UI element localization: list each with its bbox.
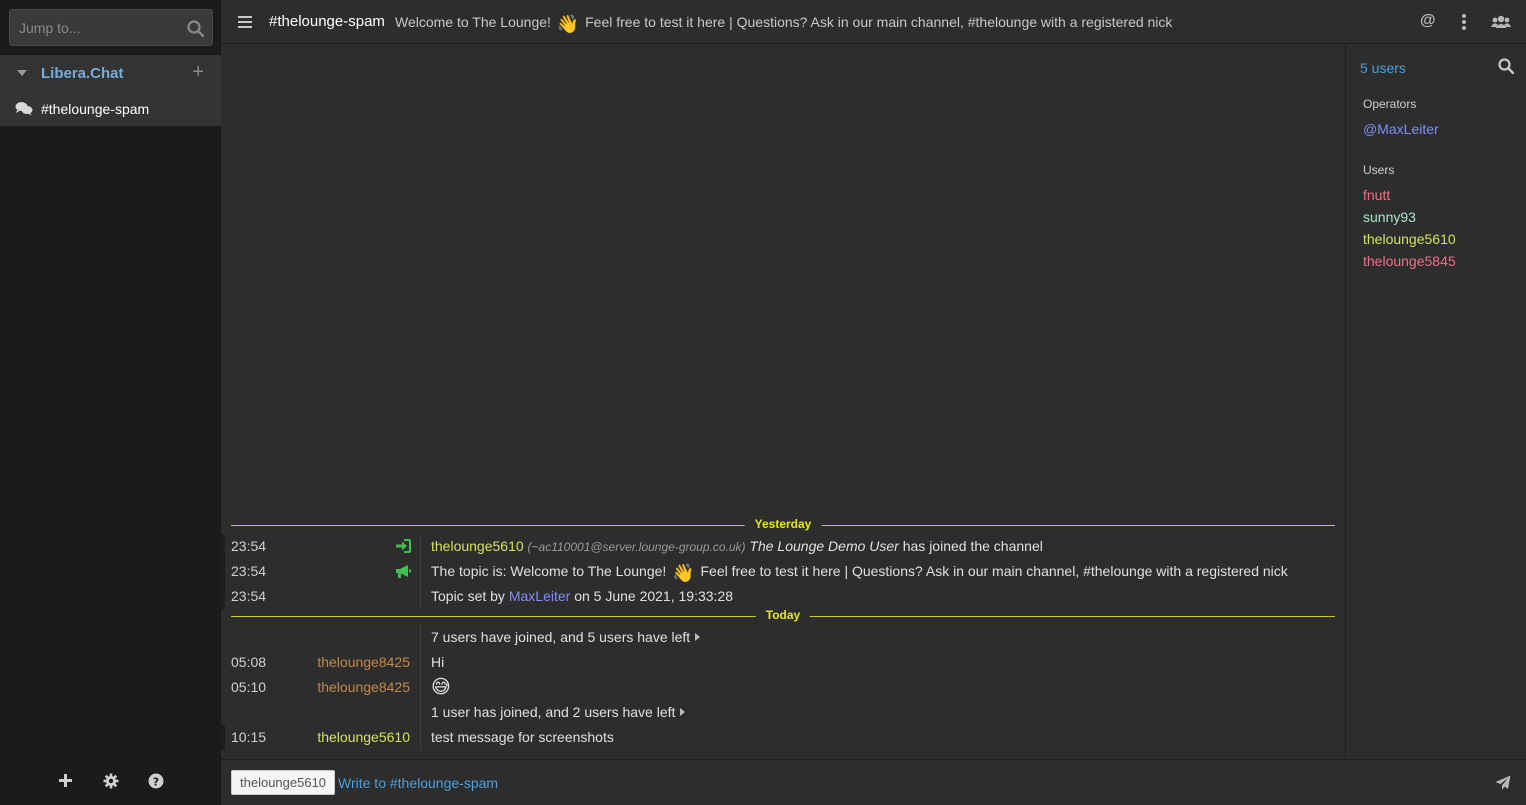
help-icon[interactable]: ? <box>148 773 164 792</box>
message-row: 10:15 thelounge5610 test message for scr… <box>221 725 1345 750</box>
row-marker <box>221 725 225 750</box>
topic-prefix: The topic is: Welcome to The Lounge! <box>431 563 667 579</box>
expand-caret-icon[interactable] <box>695 633 701 641</box>
user-operator[interactable]: @MaxLeiter <box>1363 121 1439 137</box>
search-icon[interactable] <box>187 20 205 40</box>
condensed-text[interactable]: 1 user has joined, and 2 users have left <box>431 704 675 720</box>
column-separator <box>420 675 421 700</box>
network-libera-chat[interactable]: Libera.Chat + <box>0 55 221 91</box>
user-thelounge5845[interactable]: thelounge5845 <box>1363 253 1456 269</box>
channel-name[interactable]: #thelounge-spam <box>41 101 149 117</box>
date-divider-label: Today <box>755 608 811 622</box>
date-divider-today: Today <box>231 608 1335 622</box>
chat-bubbles-icon <box>15 101 33 119</box>
topic-emoji: 👋 <box>672 563 695 583</box>
date-divider-yesterday: Yesterday <box>231 517 1335 531</box>
row-marker <box>221 534 225 559</box>
column-separator <box>420 559 421 584</box>
add-network-plus-icon[interactable] <box>58 773 73 791</box>
message-text: 😅 <box>431 677 451 698</box>
row-marker <box>221 584 225 609</box>
user-sunny93[interactable]: sunny93 <box>1363 209 1416 225</box>
nick-button[interactable]: thelounge5610 <box>231 770 336 795</box>
topic-text-start: Welcome to The Lounge! <box>395 14 551 30</box>
userlist: 5 users Operators @MaxLeiter Users fnutt… <box>1345 44 1526 759</box>
message-content[interactable]: 7 users have joined, and 5 users have le… <box>431 629 701 645</box>
join-arrow-icon <box>395 539 411 556</box>
message-time: 23:54 <box>231 563 267 579</box>
search-users-icon[interactable] <box>1498 58 1515 77</box>
toggle-userlist-users-icon[interactable] <box>1491 14 1511 33</box>
message-nick[interactable]: thelounge5610 <box>431 538 524 554</box>
menu-hamburger-icon[interactable] <box>238 15 252 31</box>
column-separator <box>420 584 421 609</box>
topic-set-suffix: on 5 June 2021, 19:33:28 <box>574 588 733 604</box>
network-name[interactable]: Libera.Chat <box>41 65 124 82</box>
jump-to-box[interactable] <box>9 9 213 46</box>
channel-header: #thelounge-spam Welcome to The Lounge! 👋… <box>221 0 1526 44</box>
condensed-events[interactable]: 7 users have joined, and 5 users have le… <box>221 625 1345 650</box>
mentions-button[interactable]: @ <box>1420 12 1436 30</box>
message-time: 05:10 <box>231 679 267 695</box>
topic-emoji: 👋 <box>556 14 580 34</box>
send-paper-plane-icon[interactable] <box>1495 775 1511 794</box>
message-input-bar: thelounge5610 <box>221 759 1526 805</box>
message-row: 05:10 thelounge8425 😅 <box>221 675 1345 700</box>
message-realname: The Lounge Demo User <box>749 538 899 554</box>
condensed-events[interactable]: 1 user has joined, and 2 users have left <box>221 700 1345 725</box>
expand-caret-icon[interactable] <box>680 708 686 716</box>
user-fnutt[interactable]: fnutt <box>1363 187 1390 203</box>
user-thelounge5610[interactable]: thelounge5610 <box>1363 231 1456 247</box>
message-text: Hi <box>431 654 445 670</box>
message-time: 10:15 <box>231 729 267 745</box>
column-separator <box>420 700 421 725</box>
users-label: Users <box>1363 163 1395 177</box>
message-time: 23:54 <box>231 588 267 604</box>
sidebar: Libera.Chat + #thelounge-spam ? <box>0 0 221 805</box>
more-options-icon[interactable] <box>1462 14 1466 33</box>
operators-label: Operators <box>1363 97 1417 111</box>
megaphone-icon <box>395 564 411 582</box>
date-divider-label: Yesterday <box>744 517 822 531</box>
column-separator <box>420 650 421 675</box>
jump-to-input[interactable] <box>10 10 212 45</box>
user-count[interactable]: 5 users <box>1360 60 1406 76</box>
message-time: 05:08 <box>231 654 267 670</box>
column-separator <box>420 625 421 650</box>
column-separator <box>420 534 421 559</box>
message-join: 23:54 thelounge5610 (~ac110001@server.lo… <box>221 534 1345 559</box>
message-hostmask: (~ac110001@server.lounge-group.co.uk) <box>527 540 746 554</box>
message-content: thelounge5610 (~ac110001@server.lounge-g… <box>431 538 1043 554</box>
message-nick[interactable]: thelounge8425 <box>317 654 410 670</box>
collapse-caret-icon[interactable] <box>17 70 27 76</box>
message-topic-set: 23:54 Topic set by MaxLeiter on 5 June 2… <box>221 584 1345 609</box>
message-content: Topic set by MaxLeiter on 5 June 2021, 1… <box>431 588 733 604</box>
column-separator <box>420 725 421 750</box>
topic-suffix: Feel free to test it here | Questions? A… <box>700 563 1288 579</box>
message-time: 23:54 <box>231 538 267 554</box>
message-nick[interactable]: thelounge5610 <box>317 729 410 745</box>
sidebar-footer: ? <box>0 759 221 805</box>
message-nick[interactable]: MaxLeiter <box>509 588 570 604</box>
condensed-text[interactable]: 7 users have joined, and 5 users have le… <box>431 629 690 645</box>
message-nick[interactable]: thelounge8425 <box>317 679 410 695</box>
channel-topic: Welcome to The Lounge! 👋 Feel free to te… <box>395 14 1172 35</box>
message-content[interactable]: 1 user has joined, and 2 users have left <box>431 704 686 720</box>
page-title: #thelounge-spam <box>269 13 385 30</box>
svg-text:?: ? <box>153 776 159 789</box>
message-input[interactable] <box>338 768 1438 798</box>
join-channel-plus-icon[interactable]: + <box>192 61 204 84</box>
topic-text-end: Feel free to test it here | Questions? A… <box>585 14 1173 30</box>
message-content: The topic is: Welcome to The Lounge! 👋 F… <box>431 563 1288 584</box>
message-row: 05:08 thelounge8425 Hi <box>221 650 1345 675</box>
message-text: has joined the channel <box>902 538 1043 554</box>
row-marker <box>221 559 225 584</box>
sidebar-item-thelounge-spam[interactable]: #thelounge-spam <box>0 91 221 126</box>
topic-set-prefix: Topic set by <box>431 588 505 604</box>
chat-messages[interactable]: Yesterday 23:54 thelounge5610 (~ac110001… <box>221 44 1345 759</box>
message-text: test message for screenshots <box>431 729 614 745</box>
message-topic: 23:54 The topic is: Welcome to The Loung… <box>221 559 1345 584</box>
settings-gear-icon[interactable] <box>103 773 119 792</box>
